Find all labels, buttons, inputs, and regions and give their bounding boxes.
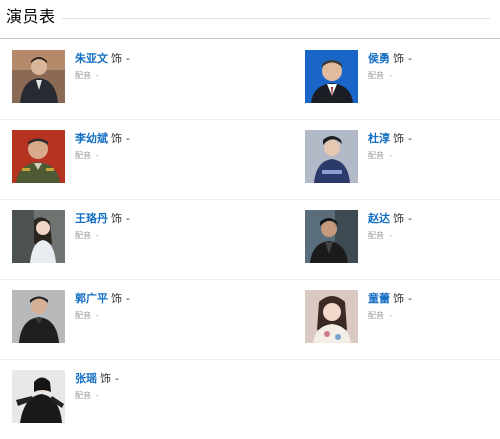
dub-value: - [96, 151, 99, 160]
dub-label: 配音 [75, 71, 91, 80]
cast-info: 童蕾饰 - 配音 - [368, 292, 412, 321]
cast-row: 李幼斌饰 - 配音 - 杜淳 饰 - 配音 - [0, 120, 500, 200]
cast-info: 赵达饰 - 配音 - [368, 212, 412, 241]
dub-label: 配音 [368, 311, 384, 320]
cast-info: 郭广平饰 - 配音 - [75, 292, 130, 321]
dub-label: 配音 [368, 71, 384, 80]
role-label: 饰 [393, 52, 404, 65]
dub-value: - [96, 71, 99, 80]
role-label: 饰 [111, 132, 122, 145]
actor-name-link[interactable]: 杜淳 [368, 132, 390, 145]
actor-photo[interactable] [12, 290, 65, 343]
dub-label: 配音 [75, 311, 91, 320]
dub-label: 配音 [368, 231, 384, 240]
actor-name-link[interactable]: 童蕾 [368, 292, 390, 305]
cast-list: 朱亚文饰 - 配音 - 侯勇 饰 - 配音 - 李幼斌 饰 - 配音 - 杜淳 … [0, 40, 500, 439]
role-name: - [126, 292, 130, 305]
cast-page: 演员表 朱亚文饰 - 配音 - 侯勇 饰 - 配音 - 李幼斌 饰 - 配音 -… [0, 0, 500, 435]
cast-info: 张瑶饰 - 配音 - [75, 372, 119, 401]
dub-value: - [389, 231, 392, 240]
role-name: - [115, 372, 119, 385]
actor-photo[interactable] [12, 130, 65, 183]
actor-name-link[interactable]: 朱亚文 [75, 52, 108, 65]
role-name: - [408, 132, 412, 145]
actor-photo[interactable] [305, 290, 358, 343]
actor-name-link[interactable]: 侯勇 [368, 52, 390, 65]
cast-info: 李幼斌饰 - 配音 - [75, 132, 130, 161]
role-name: - [408, 212, 412, 225]
dub-value: - [96, 311, 99, 320]
actor-photo[interactable] [12, 50, 65, 103]
role-label: 饰 [111, 212, 122, 225]
dub-label: 配音 [75, 151, 91, 160]
dub-value: - [389, 151, 392, 160]
dub-value: - [96, 231, 99, 240]
role-label: 饰 [100, 372, 111, 385]
role-label: 饰 [393, 212, 404, 225]
actor-photo[interactable] [12, 370, 65, 423]
dub-value: - [96, 391, 99, 400]
cast-info: 杜淳饰 - 配音 - [368, 132, 412, 161]
actor-photo[interactable] [305, 130, 358, 183]
role-label: 饰 [393, 132, 404, 145]
cast-row: 张瑶饰 - 配音 - [0, 360, 500, 439]
cast-row: 王珞丹饰 - 配音 - 赵达 饰 - 配音 - [0, 200, 500, 280]
cast-info: 朱亚文饰 - 配音 - [75, 52, 130, 81]
role-name: - [408, 52, 412, 65]
cast-section-header: 演员表 [0, 6, 500, 32]
actor-name-link[interactable]: 赵达 [368, 212, 390, 225]
dub-label: 配音 [75, 231, 91, 240]
role-name: - [408, 292, 412, 305]
cast-info: 王珞丹饰 - 配音 - [75, 212, 130, 241]
actor-photo[interactable] [305, 50, 358, 103]
cast-info: 侯勇饰 - 配音 - [368, 52, 412, 81]
role-name: - [126, 132, 130, 145]
dub-label: 配音 [368, 151, 384, 160]
role-label: 饰 [393, 292, 404, 305]
actor-photo[interactable] [12, 210, 65, 263]
dub-label: 配音 [75, 391, 91, 400]
cast-row: 郭广平饰 - 配音 - 童蕾 饰 - 配音 - [0, 280, 500, 360]
cast-row: 朱亚文饰 - 配音 - 侯勇 饰 - 配音 - [0, 40, 500, 120]
role-label: 饰 [111, 52, 122, 65]
actor-name-link[interactable]: 王珞丹 [75, 212, 108, 225]
actor-name-link[interactable]: 郭广平 [75, 292, 108, 305]
actor-name-link[interactable]: 李幼斌 [75, 132, 108, 145]
role-label: 饰 [111, 292, 122, 305]
header-bottom-rule [0, 38, 500, 39]
actor-name-link[interactable]: 张瑶 [75, 372, 97, 385]
role-name: - [126, 212, 130, 225]
role-name: - [126, 52, 130, 65]
section-title: 演员表 [6, 7, 56, 26]
dub-value: - [389, 71, 392, 80]
title-divider [62, 18, 490, 19]
actor-photo[interactable] [305, 210, 358, 263]
dub-value: - [389, 311, 392, 320]
